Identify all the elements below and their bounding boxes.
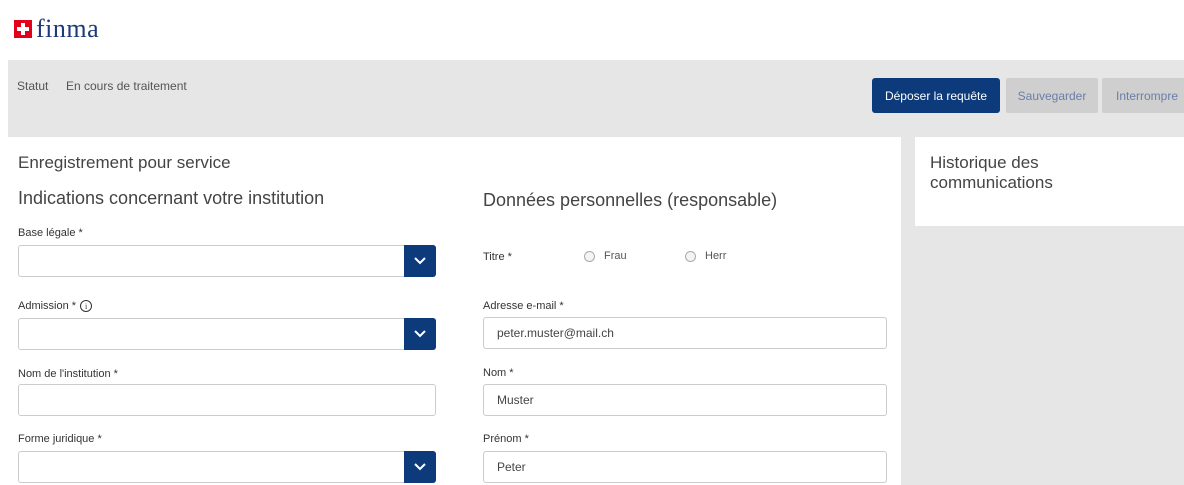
radio-circle-icon[interactable] (685, 250, 696, 262)
email-label: Adresse e-mail * (483, 300, 564, 312)
nom-value: Muster (497, 393, 534, 407)
status-label: Statut (17, 79, 49, 93)
nom-institution-input[interactable] (18, 384, 436, 416)
logo-text: finma (36, 14, 100, 43)
radio-circle-icon[interactable] (584, 250, 595, 262)
chevron-down-icon[interactable] (404, 245, 436, 277)
nom-label: Nom * (483, 367, 514, 379)
email-input[interactable]: peter.muster@mail.ch (483, 317, 887, 349)
interrupt-button[interactable]: Interrompre (1102, 78, 1184, 113)
status-bar: Statut En cours de traitement Déposer la… (8, 60, 1184, 137)
forme-juridique-label: Forme juridique * (18, 433, 102, 445)
prenom-value: Peter (497, 460, 526, 474)
chevron-down-icon[interactable] (404, 318, 436, 350)
save-button[interactable]: Sauvegarder (1006, 78, 1098, 113)
admission-label: Admission * i (18, 300, 93, 313)
radio-herr-label: Herr (705, 250, 727, 262)
radio-herr[interactable]: Herr (685, 250, 726, 262)
info-icon[interactable]: i (80, 300, 93, 313)
form-panel: Enregistrement pour service Indications … (8, 137, 901, 485)
page-title: Enregistrement pour service (18, 153, 231, 172)
top-header: finma (0, 0, 1184, 60)
admission-label-text: Admission * (18, 300, 77, 312)
nom-institution-label: Nom de l'institution * (18, 368, 118, 380)
radio-frau-label: Frau (604, 250, 627, 262)
base-legale-select[interactable] (18, 245, 436, 277)
base-legale-label: Base légale * (18, 227, 83, 239)
swiss-flag-icon (14, 20, 32, 38)
history-card: Historique des communications (915, 137, 1184, 226)
forme-juridique-select[interactable] (18, 451, 436, 483)
submit-request-button[interactable]: Déposer la requête (872, 78, 1000, 113)
prenom-input[interactable]: Peter (483, 451, 887, 483)
finma-logo[interactable]: finma (14, 16, 99, 42)
history-title: Historique des communications (930, 153, 1053, 192)
personal-heading: Données personnelles (responsable) (483, 190, 778, 210)
nom-input[interactable]: Muster (483, 384, 887, 416)
status-value: En cours de traitement (66, 79, 187, 93)
chevron-down-icon[interactable] (404, 451, 436, 483)
prenom-label: Prénom * (483, 433, 529, 445)
admission-select[interactable] (18, 318, 436, 350)
email-value: peter.muster@mail.ch (497, 326, 614, 340)
institution-heading: Indications concernant votre institution (18, 188, 325, 208)
sidebar-panel: Historique des communications (901, 137, 1184, 485)
radio-frau[interactable]: Frau (584, 250, 627, 262)
titre-label: Titre * (483, 251, 512, 263)
